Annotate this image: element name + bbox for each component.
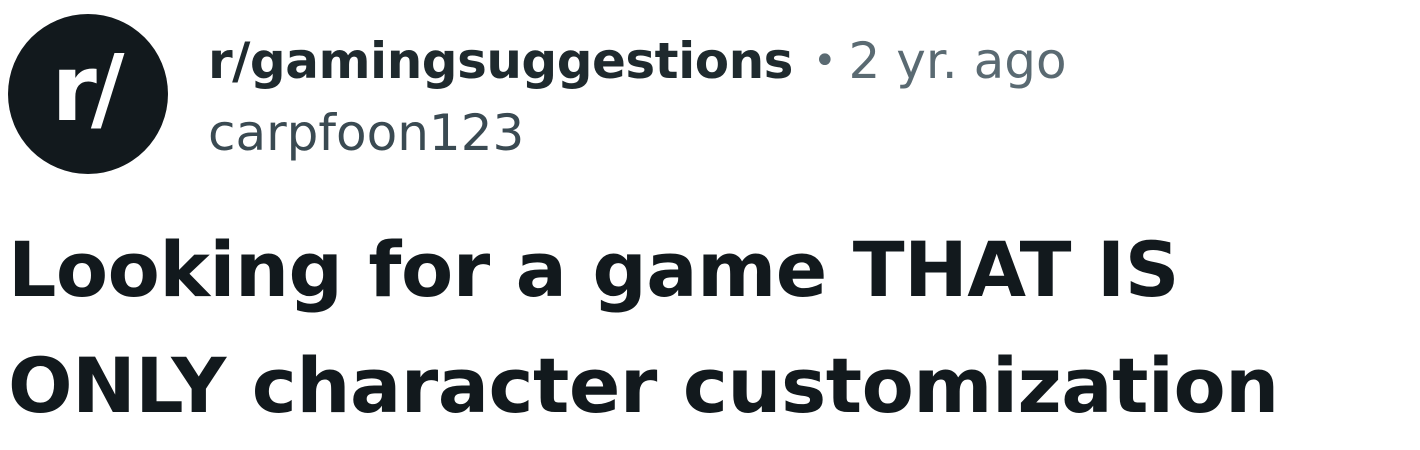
post-meta: r/gamingsuggestions • 2 yr. ago <box>208 26 1067 96</box>
author-link[interactable]: carpfoon123 <box>208 108 524 158</box>
meta-separator: • <box>812 38 837 84</box>
subreddit-link[interactable]: r/gamingsuggestions <box>208 36 793 86</box>
post-title[interactable]: Looking for a game THAT IS ONLY characte… <box>8 212 1413 444</box>
post-timestamp: 2 yr. ago <box>848 32 1067 90</box>
subreddit-avatar-label: r/ <box>51 35 125 142</box>
subreddit-avatar[interactable]: r/ <box>8 14 168 174</box>
